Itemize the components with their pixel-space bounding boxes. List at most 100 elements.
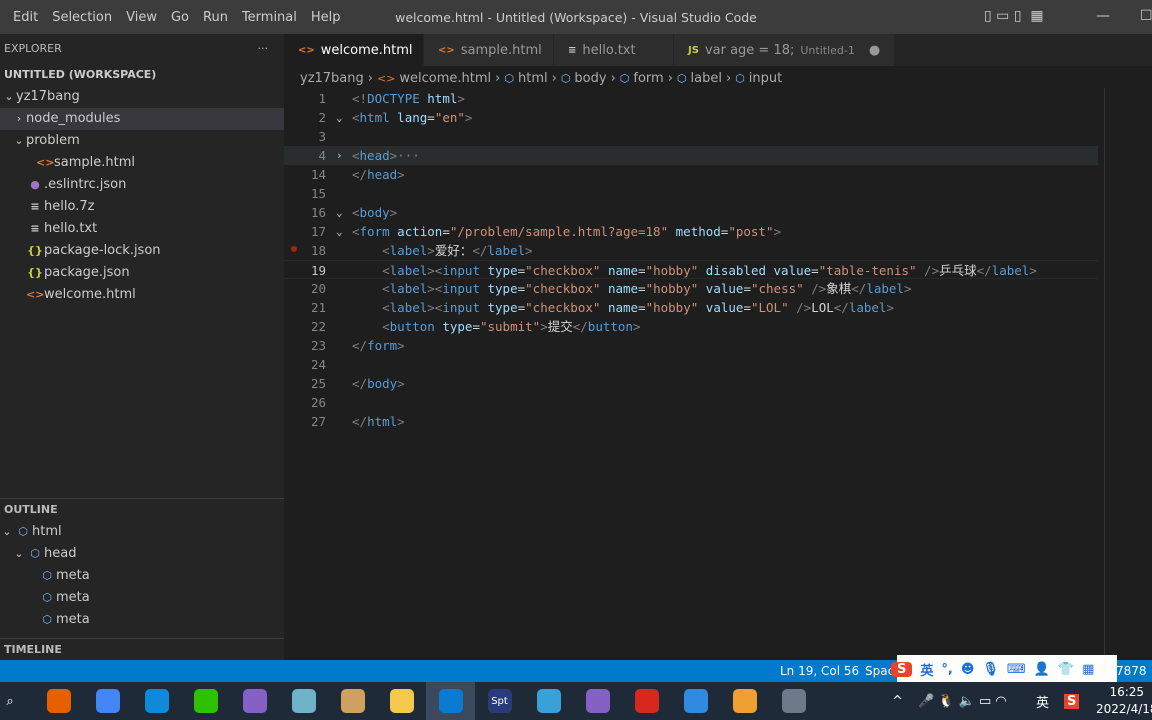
tab-2[interactable]: ≡ hello.txt [554, 34, 674, 66]
code-line[interactable]: 15 [284, 184, 1098, 203]
code-line[interactable]: 14 </head> [284, 165, 1098, 184]
user-icon[interactable]: 👤 [1034, 662, 1050, 677]
breadcrumb-item[interactable]: body [574, 71, 606, 86]
more-actions-button[interactable]: ··· [258, 34, 269, 64]
tree-item[interactable]: {} package.json [0, 262, 284, 284]
tree-item[interactable]: ≡ hello.7z [0, 196, 284, 218]
element-icon: ⬡ [504, 71, 514, 85]
breadcrumb-item[interactable]: html [518, 71, 548, 86]
token: button [389, 319, 443, 334]
menu-selection[interactable]: Selection [45, 10, 119, 25]
code-line[interactable]: 3 [284, 127, 1098, 146]
sogou-tray-icon[interactable]: S [1064, 693, 1080, 709]
tree-item[interactable]: <> welcome.html [0, 284, 284, 306]
taskbar-vscode[interactable] [426, 682, 475, 720]
tree-item[interactable]: ● .eslintrc.json [0, 174, 284, 196]
workspace-header[interactable]: UNTITLED (WORKSPACE) [0, 64, 284, 86]
tray-icons[interactable]: 🎤 🐧 🔈 ▭ ◠ [918, 694, 1007, 709]
token: 爱好： [434, 243, 473, 258]
menu-edit[interactable]: Edit [6, 10, 45, 25]
taskbar-colorful-app[interactable] [720, 682, 769, 720]
search-icon[interactable]: ⌕ [0, 682, 20, 720]
breadcrumb-item[interactable]: welcome.html [399, 71, 491, 86]
mic-icon[interactable]: 🎙 [982, 662, 999, 677]
outline-header[interactable]: OUTLINE [0, 499, 284, 521]
taskbar-qq-browser[interactable] [671, 682, 720, 720]
skin-icon[interactable]: 👕 [1058, 662, 1074, 677]
minimize-button[interactable]: — [1096, 8, 1110, 24]
tab-0[interactable]: <>welcome.html✕ [284, 34, 437, 66]
taskbar-wps[interactable] [622, 682, 671, 720]
code-line[interactable]: 24 [284, 355, 1098, 374]
menu-view[interactable]: View [119, 10, 164, 25]
tree-item[interactable]: › node_modules [0, 108, 284, 130]
taskbar-calculator[interactable] [769, 682, 818, 720]
token: button [587, 319, 633, 334]
code-line[interactable]: 27 </html> [284, 412, 1098, 431]
tree-item[interactable]: <> sample.html [0, 152, 284, 174]
ime-punct[interactable]: °, [941, 662, 952, 677]
taskbar-visual-studio-2[interactable] [573, 682, 622, 720]
maximize-button[interactable]: ☐ [1140, 8, 1152, 24]
code-line[interactable]: 16 ⌄ <body> [284, 203, 1098, 222]
taskbar-wechat[interactable] [181, 682, 230, 720]
breadcrumb-item[interactable]: label [691, 71, 722, 86]
code-line[interactable]: 26 [284, 393, 1098, 412]
outline-item[interactable]: ⌄ ⬡ html [0, 521, 284, 543]
menu-run[interactable]: Run [196, 10, 235, 25]
taskbar-photos[interactable] [524, 682, 573, 720]
tree-item[interactable]: ⌄ yz17bang [0, 86, 284, 108]
fold-chevron-down-icon[interactable]: ⌄ [336, 203, 343, 222]
code-line[interactable]: 23 </form> [284, 336, 1098, 355]
code-line[interactable]: 22 <button type="submit">提交</button> [284, 317, 1098, 336]
code-line[interactable]: 19 <label><input type="checkbox" name="h… [284, 260, 1098, 279]
code-line[interactable]: 25 </body> [284, 374, 1098, 393]
outline-item[interactable]: ⬡ meta [0, 587, 284, 609]
outline-item[interactable]: ⌄ ⬡ head [0, 543, 284, 565]
taskbar-visual-studio[interactable] [230, 682, 279, 720]
tray-ime[interactable]: 英 [1036, 692, 1049, 711]
taskbar-chrome[interactable] [83, 682, 132, 720]
fold-chevron-down-icon[interactable]: ⌄ [336, 222, 343, 241]
tab-1[interactable]: <> sample.html [424, 34, 554, 66]
menu-grid-icon[interactable]: ▦ [1082, 662, 1094, 677]
code-line[interactable]: 1 <!DOCTYPE html> [284, 89, 1098, 108]
layout-toggle-icons[interactable]: ▯ ▭ ▯ ▦ [984, 8, 1044, 24]
breadcrumb-item[interactable]: form [633, 71, 663, 86]
code-line[interactable]: 21 <label><input type="checkbox" name="h… [284, 298, 1098, 317]
tree-item[interactable]: ⌄ problem [0, 130, 284, 152]
taskbar-file-explorer[interactable] [377, 682, 426, 720]
timeline-header[interactable]: TIMELINE [0, 639, 284, 661]
tree-item[interactable]: ≡ hello.txt [0, 218, 284, 240]
outline-item[interactable]: ⬡ meta [0, 609, 284, 631]
tray-expand-icon[interactable]: ^ [892, 694, 903, 709]
cursor-position[interactable]: Ln 19, Col 56 [780, 664, 859, 678]
breadcrumb-item[interactable]: input [749, 71, 782, 86]
fold-chevron-down-icon[interactable]: ⌄ [336, 108, 343, 127]
taskbar-notepad[interactable] [279, 682, 328, 720]
fold-chevron-right-icon[interactable]: › [336, 146, 343, 165]
taskbar-paint[interactable] [328, 682, 377, 720]
breadcrumb-item[interactable]: yz17bang [300, 71, 364, 86]
outline-item[interactable]: ⬡ meta [0, 565, 284, 587]
taskbar-edge[interactable] [132, 682, 181, 720]
code-line[interactable]: 4 › <head>··· [284, 146, 1098, 165]
code-line[interactable]: 20 <label><input type="checkbox" name="h… [284, 279, 1098, 298]
tab-3[interactable]: JS var age = 18; Untitled-1 ● [674, 34, 896, 66]
code-line[interactable]: 17 ⌄ <form action="/problem/sample.html?ag… [284, 222, 1098, 241]
menu-terminal[interactable]: Terminal [235, 10, 304, 25]
keyboard-icon[interactable]: ⌨ [1007, 662, 1026, 677]
menu-help[interactable]: Help [304, 10, 348, 25]
taskbar-firefox[interactable] [34, 682, 83, 720]
ime-lang[interactable]: 英 [920, 660, 933, 679]
emoji-icon[interactable]: ☻ [961, 662, 975, 677]
code-line[interactable]: 18 <label>爱好：</label> [284, 241, 1098, 260]
code-editor[interactable]: 1 <!DOCTYPE html> 2 ⌄ <html lang="en"> 3 4 › <he… [284, 88, 1152, 660]
menu-go[interactable]: Go [164, 10, 196, 25]
clock[interactable]: 16:25 2022/4/18 [1096, 684, 1152, 718]
token: < [382, 263, 390, 278]
tree-item[interactable]: {} package-lock.json [0, 240, 284, 262]
unsaved-dot-icon[interactable]: ● [869, 43, 880, 58]
taskbar-spt[interactable]: Spt [475, 682, 524, 720]
code-line[interactable]: 2 ⌄ <html lang="en"> [284, 108, 1098, 127]
